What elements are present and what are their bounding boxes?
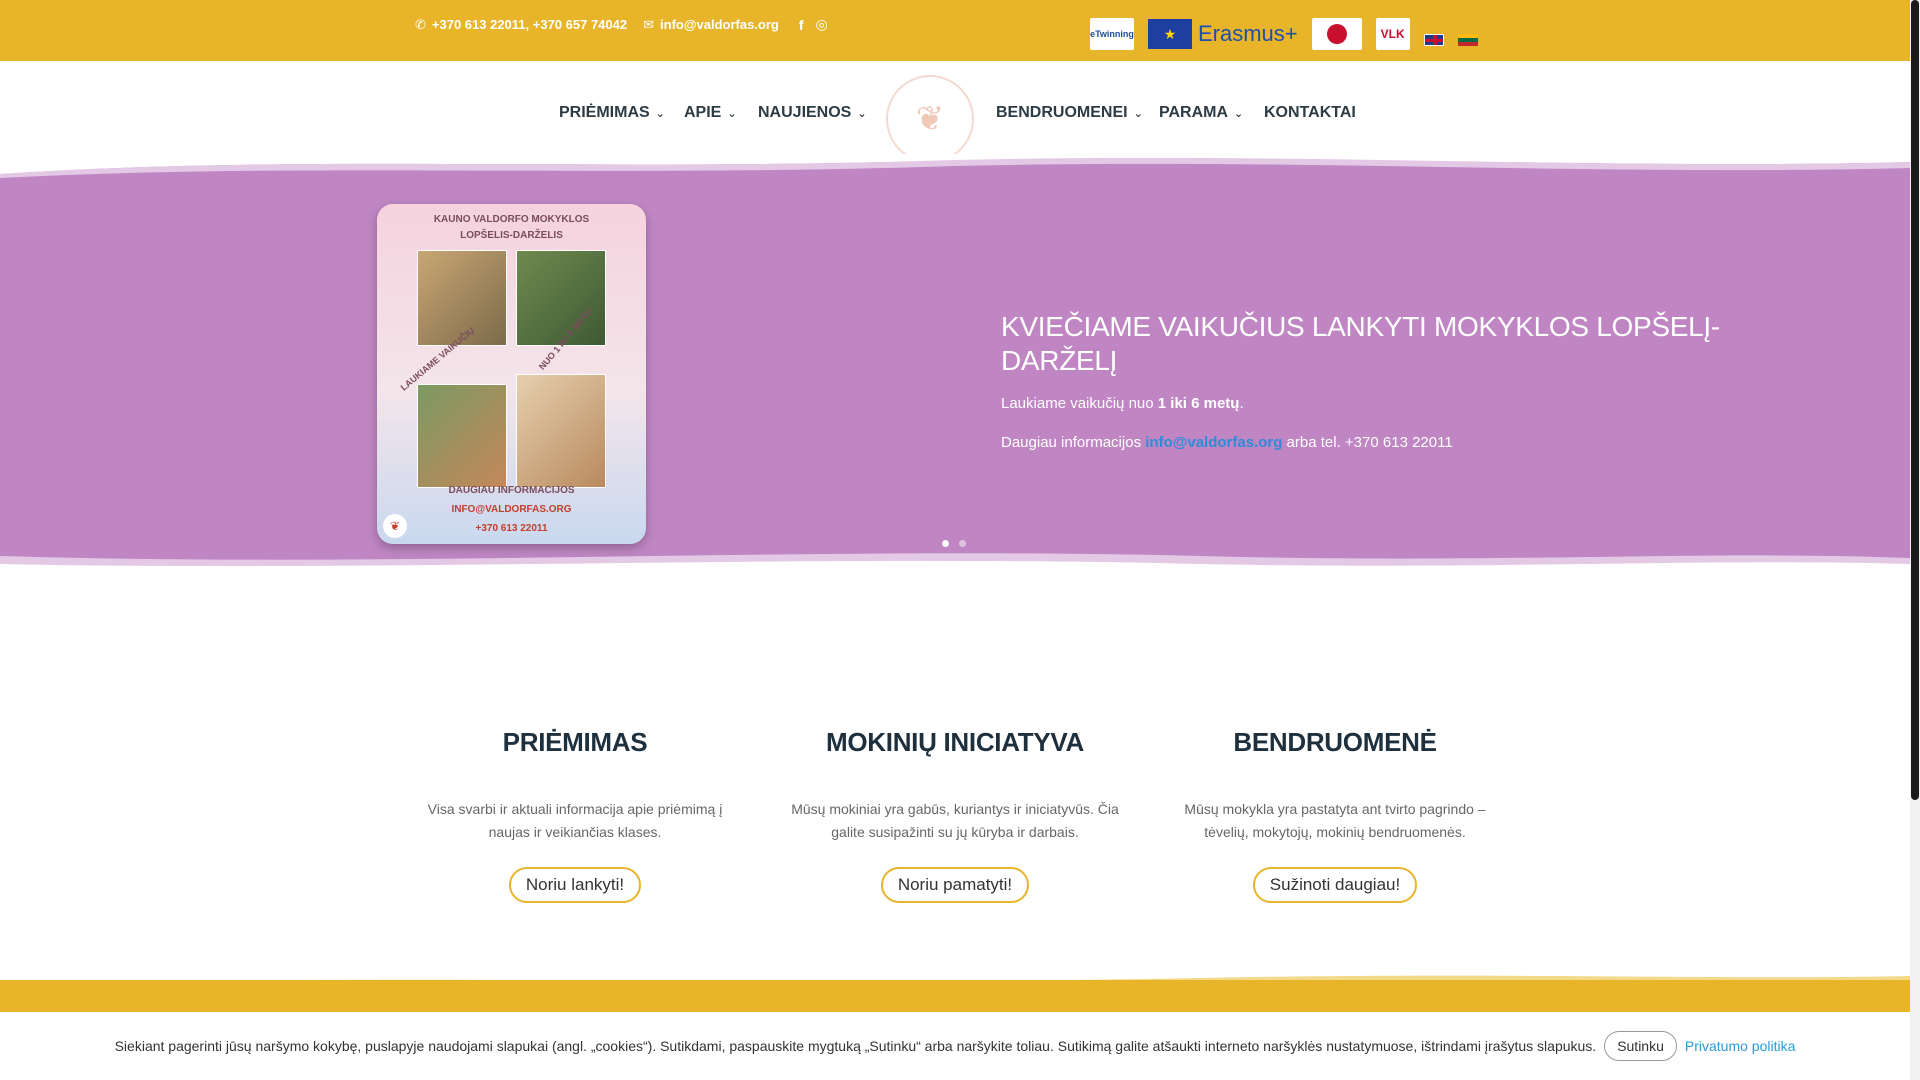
leaf-logo-icon: ❦	[915, 100, 945, 138]
main-nav: PRIĖMIMAS ⌄ APIE ⌄ NAUJIENOS ⌄ ❦ BENDRUOMEN…	[0, 61, 1910, 163]
lithuanian-flag-icon[interactable]	[1457, 34, 1478, 46]
scrollbar[interactable]	[1910, 0, 1920, 1080]
noriu-pamatyti-button[interactable]: Noriu pamatyti!	[880, 867, 1030, 903]
instagram-icon[interactable]: ◎	[816, 16, 828, 33]
noriu-lankyti-button[interactable]: Noriu lankyti!	[508, 867, 642, 903]
nav-item-primimas[interactable]: PRIĖMIMAS ⌄	[559, 104, 665, 122]
valdorfo-partner-logo[interactable]	[1311, 18, 1362, 50]
vlk-logo[interactable]: VLK	[1375, 18, 1410, 50]
cookie-text: Siekiant pagerinti jūsų naršymo kokybę, …	[114, 1038, 1597, 1054]
chevron-down-icon: ⌄	[857, 107, 867, 120]
phone-icon: ✆	[415, 16, 426, 32]
nav-item-bendruomenei[interactable]: BENDRUOMENEI ⌄	[996, 104, 1143, 122]
chevron-down-icon: ⌄	[1234, 107, 1244, 120]
eu-flag-icon: ★	[1148, 19, 1192, 49]
poster-footer: DAUGIAU INFORMACIJOS INFO@VALDORFAS.ORG …	[448, 485, 575, 534]
chevron-down-icon: ⌄	[727, 107, 737, 120]
facebook-icon[interactable]: f	[799, 17, 804, 33]
admission-poster[interactable]: KAUNO VALDORFO MOKYKLOS LOPŠELIS-DARŽELI…	[377, 204, 646, 544]
phone-numbers: +370 613 22011, +370 657 74042	[431, 17, 628, 32]
site-logo[interactable]: ❦	[886, 75, 974, 163]
feature-title: MOKINIŲ INICIATYVA	[826, 727, 1084, 757]
hero-slider: KAUNO VALDORFO MOKYKLOS LOPŠELIS-DARŽELI…	[0, 154, 1910, 572]
hero-bottom-wave	[0, 553, 1910, 572]
hero-age-line: Laukiame vaikučių nuo 1 iki 6 metų.	[1001, 395, 1244, 412]
erasmus-logo[interactable]: ★ Erasmus+	[1148, 18, 1298, 50]
top-bar-contacts: ✆ +370 613 22011, +370 657 74042 ✉ info@…	[415, 16, 828, 33]
partner-logos: eTwinning ★ Erasmus+ VLK	[1090, 18, 1478, 50]
feature-text: Visa svarbi ir aktuali informacija apie …	[427, 801, 723, 840]
feature-title: PRIĖMIMAS	[502, 727, 648, 757]
nav-item-kontaktai[interactable]: KONTAKTAI	[1264, 104, 1356, 122]
poster-logo-icon: ❦	[383, 514, 407, 538]
feature-student-initiative: MOKINIŲ INICIATYVA Mūsų mokiniai yra gab…	[790, 727, 1120, 903]
poster-photo-girl	[516, 374, 606, 488]
etwinning-logo[interactable]: eTwinning	[1090, 18, 1134, 50]
cookie-bar: Siekiant pagerinti jūsų naršymo kokybę, …	[0, 1012, 1910, 1080]
social-links: f ◎	[799, 16, 828, 33]
nav-item-parama[interactable]: PARAMA ⌄	[1159, 104, 1243, 122]
feature-text: Mūsų mokiniai yra gabūs, kuriantys ir in…	[791, 801, 1119, 840]
envelope-icon: ✉	[643, 16, 655, 32]
feature-admission: PRIĖMIMAS Visa svarbi ir aktuali informa…	[410, 727, 740, 903]
hero-top-wave	[0, 154, 1910, 178]
chevron-down-icon: ⌄	[655, 107, 665, 120]
feature-title: BENDRUOMENĖ	[1233, 727, 1437, 757]
hero-title: KVIEČIAME VAIKUČIUS LANKYTI MOKYKLOS LOP…	[1001, 311, 1720, 376]
english-flag-icon[interactable]	[1423, 34, 1444, 46]
chevron-down-icon: ⌄	[1133, 107, 1143, 120]
suzinoti-daugiau-button[interactable]: Sužinoti daugiau!	[1252, 867, 1418, 903]
nav-item-naujienos[interactable]: NAUJIENOS ⌄	[758, 104, 867, 122]
feature-text: Mūsų mokykla yra pastatyta ant tvirto pa…	[1184, 801, 1486, 840]
poster-photo-children	[417, 384, 507, 488]
email-contact[interactable]: ✉ info@valdorfas.org	[643, 17, 779, 33]
hero-info-line: Daugiau informacijos info@valdorfas.org …	[1001, 434, 1453, 451]
poster-title: KAUNO VALDORFO MOKYKLOS LOPŠELIS-DARŽELI…	[433, 214, 590, 241]
nav-item-apie[interactable]: APIE ⌄	[684, 104, 737, 122]
feature-community: BENDRUOMENĖ Mūsų mokykla yra pastatyta a…	[1170, 727, 1500, 903]
red-circle-icon	[1326, 24, 1347, 44]
poster-photo-forest	[516, 250, 606, 346]
email-address: info@valdorfas.org	[660, 17, 779, 32]
scrollbar-thumb[interactable]	[1911, 0, 1919, 800]
footer-band	[0, 980, 1910, 1012]
erasmus-label: Erasmus+	[1198, 21, 1298, 46]
hero-email-link[interactable]: info@valdorfas.org	[1145, 434, 1282, 451]
privacy-policy-link[interactable]: Privatumo politika	[1685, 1038, 1796, 1054]
phone-contact[interactable]: ✆ +370 613 22011, +370 657 74042	[415, 17, 627, 33]
cookie-accept-button[interactable]: Sutinku	[1604, 1031, 1677, 1061]
top-bar: ✆ +370 613 22011, +370 657 74042 ✉ info@…	[0, 0, 1910, 61]
hero-text: KVIEČIAME VAIKUČIUS LANKYTI MOKYKLOS LOP…	[1001, 310, 1721, 453]
